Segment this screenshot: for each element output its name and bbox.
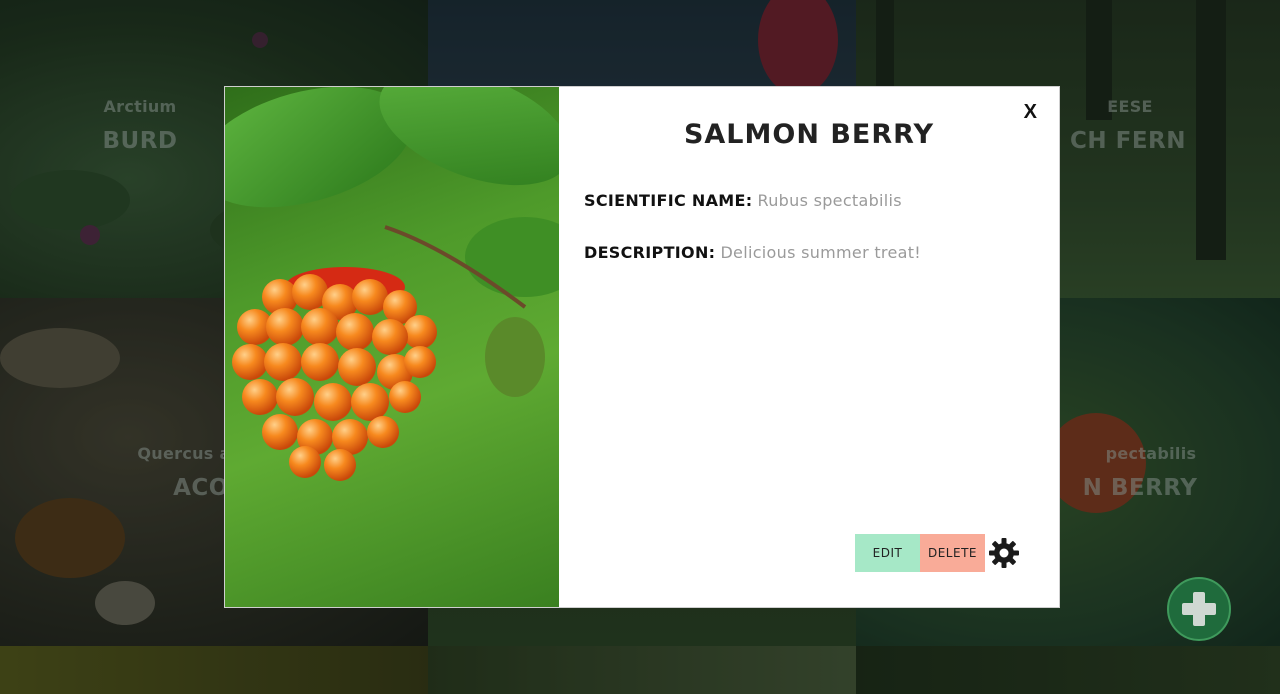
scientific-name-value: Rubus spectabilis [757, 191, 902, 210]
plus-icon [1182, 592, 1216, 626]
description-label: DESCRIPTION: [584, 243, 716, 262]
edit-button[interactable]: EDIT [855, 534, 920, 572]
delete-button[interactable]: DELETE [920, 534, 985, 572]
plant-detail-modal: X SALMON BERRY SCIENTIFIC NAME: Rubus sp… [224, 86, 1060, 608]
salmon-berry-photo [225, 87, 559, 481]
description-value: Delicious summer treat! [720, 243, 921, 262]
scientific-name-label: SCIENTIFIC NAME: [584, 191, 753, 210]
scientific-name-field: SCIENTIFIC NAME: Rubus spectabilis [584, 191, 902, 210]
gear-icon[interactable] [988, 537, 1020, 569]
plant-image [225, 87, 559, 607]
plant-title: SALMON BERRY [683, 119, 935, 150]
description-field: DESCRIPTION: Delicious summer treat! [584, 243, 921, 262]
add-plant-button[interactable] [1167, 577, 1231, 641]
